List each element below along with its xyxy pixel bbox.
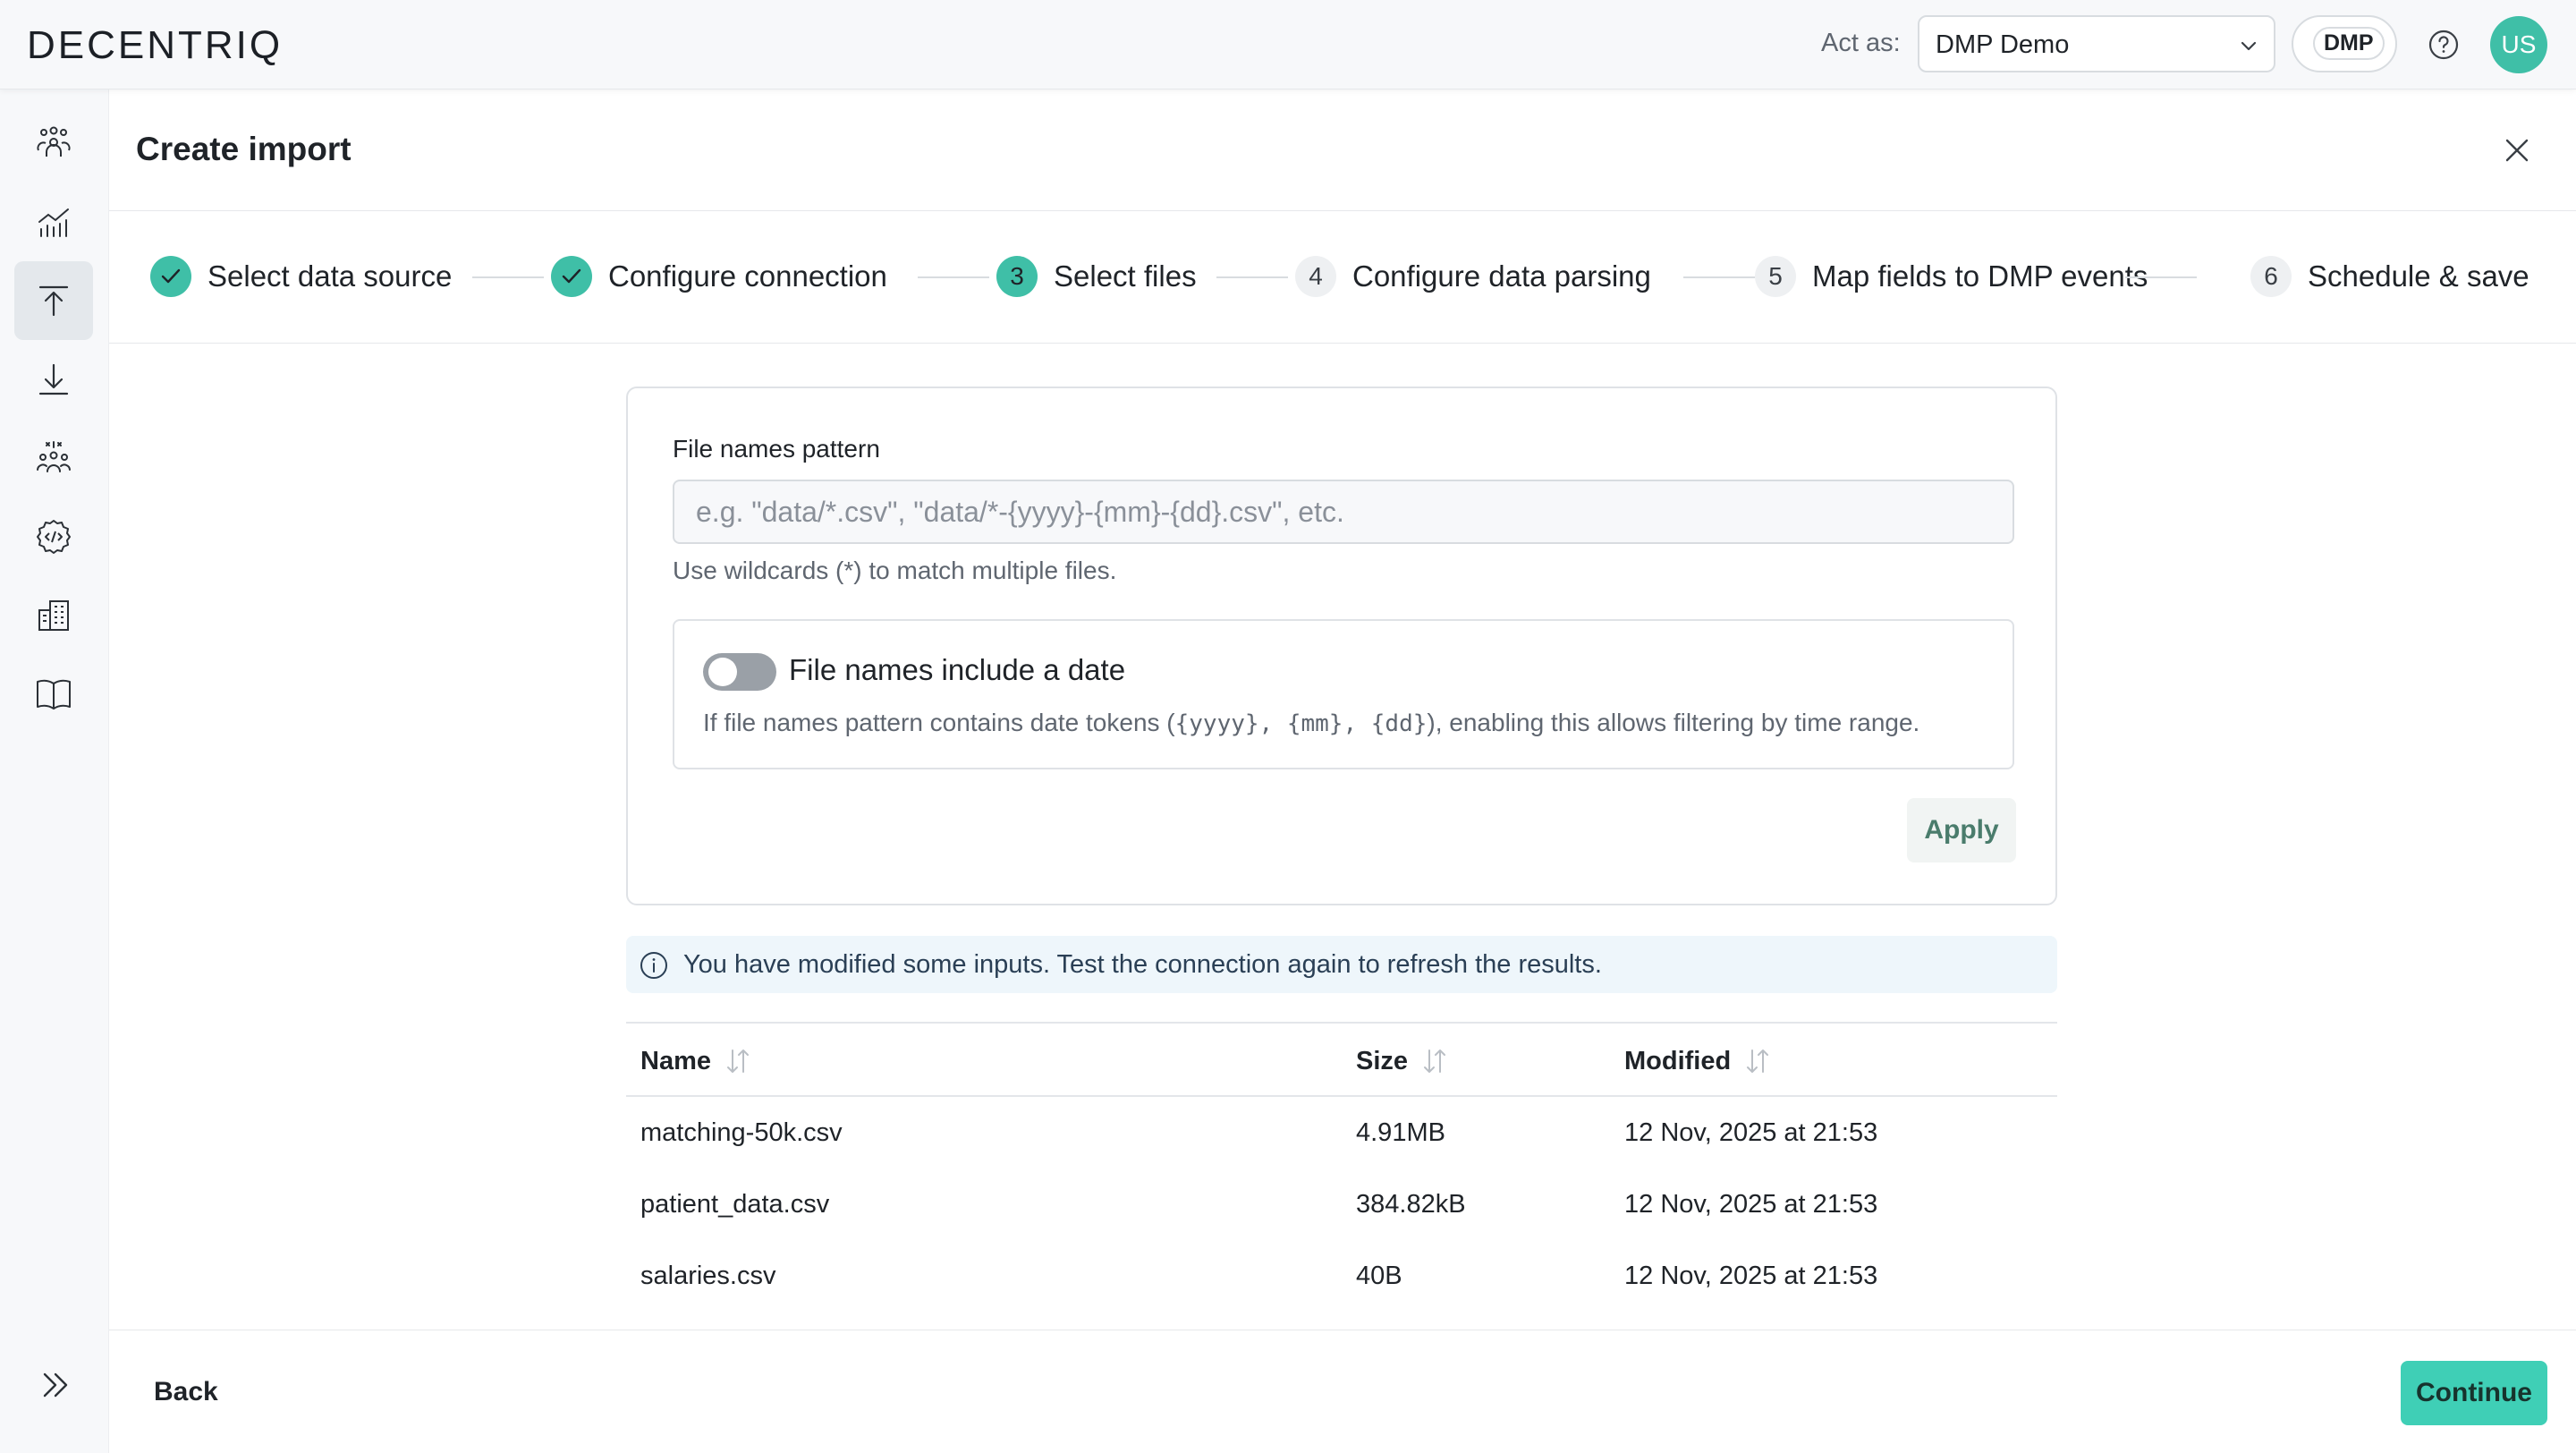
- column-header-modified[interactable]: Modified: [1624, 1045, 1772, 1077]
- file-name: patient_data.csv: [640, 1190, 830, 1219]
- sidebar-item-groups[interactable]: [14, 419, 93, 497]
- table-header: Name Size Modified: [626, 1022, 2057, 1097]
- file-size: 384.82kB: [1356, 1190, 1466, 1219]
- sidebar-item-organizations[interactable]: [14, 576, 93, 655]
- step-number: 4: [1295, 256, 1336, 297]
- step-schedule-save: 6 Schedule & save: [2250, 254, 2529, 299]
- back-button[interactable]: Back: [136, 1368, 236, 1416]
- file-modified: 12 Nov, 2025 at 21:53: [1624, 1190, 1878, 1219]
- table-row[interactable]: salaries.csv 40B 12 Nov, 2025 at 21:53: [626, 1240, 2057, 1312]
- file-modified: 12 Nov, 2025 at 21:53: [1624, 1118, 1878, 1147]
- buildings-icon: [38, 600, 69, 631]
- act-as-label: Act as:: [1821, 29, 1901, 57]
- column-header-label: Name: [640, 1046, 711, 1075]
- step-connector: [918, 276, 989, 278]
- sidebar-item-docs[interactable]: [14, 655, 93, 734]
- sidebar-item-audiences[interactable]: [14, 104, 93, 183]
- file-pattern-card: File names pattern Use wildcards (*) to …: [626, 387, 2057, 905]
- date-toggle-label: File names include a date: [789, 653, 1126, 686]
- act-as-select[interactable]: DMP Demo: [1918, 15, 2275, 72]
- import-upload-icon: [38, 285, 69, 317]
- people-group-icon: [37, 441, 71, 472]
- table-row[interactable]: patient_data.csv 384.82kB 12 Nov, 2025 a…: [626, 1168, 2057, 1240]
- desc-prefix: If file names pattern contains date toke…: [703, 709, 1175, 736]
- dialog-header: Create import: [109, 89, 2576, 211]
- step-number: 5: [1755, 256, 1796, 297]
- info-banner-text: You have modified some inputs. Test the …: [683, 950, 1602, 979]
- step-connector: [1683, 276, 1755, 278]
- step-map-fields: 5 Map fields to DMP events: [1755, 254, 2148, 299]
- column-header-label: Size: [1356, 1046, 1409, 1075]
- step-configure-data-parsing: 4 Configure data parsing: [1295, 254, 1651, 299]
- file-size: 4.91MB: [1356, 1118, 1445, 1147]
- date-toggle-description: If file names pattern contains date toke…: [703, 709, 1919, 737]
- table-row[interactable]: matching-50k.csv 4.91MB 12 Nov, 2025 at …: [626, 1097, 2057, 1168]
- column-header-size[interactable]: Size: [1356, 1045, 1449, 1077]
- step-configure-connection[interactable]: Configure connection: [551, 254, 887, 299]
- export-download-icon: [38, 363, 69, 395]
- apply-button[interactable]: Apply: [1907, 798, 2016, 862]
- step-check-icon: [551, 256, 592, 297]
- info-icon: [640, 952, 667, 979]
- user-avatar[interactable]: US: [2490, 16, 2547, 73]
- chevron-down-icon: [2241, 41, 2257, 51]
- toggle-knob: [708, 658, 737, 686]
- sort-icon: [1747, 1049, 1769, 1073]
- step-label: Select data source: [208, 259, 453, 293]
- sort-icon: [727, 1049, 749, 1073]
- double-chevron-right-icon[interactable]: [36, 1365, 75, 1405]
- app-logo[interactable]: DECENTRIQ: [27, 23, 283, 68]
- step-label: Select files: [1054, 259, 1197, 293]
- top-bar: DECENTRIQ Act as: DMP Demo DMP US: [0, 0, 2576, 89]
- insights-chart-icon: [38, 208, 69, 237]
- step-label: Map fields to DMP events: [1812, 259, 2148, 293]
- sidebar-item-settings[interactable]: [14, 497, 93, 576]
- column-header-name[interactable]: Name: [640, 1045, 752, 1077]
- act-as-value: DMP Demo: [1936, 30, 2070, 59]
- step-label: Schedule & save: [2308, 259, 2529, 293]
- file-name: salaries.csv: [640, 1262, 776, 1290]
- step-select-data-source[interactable]: Select data source: [150, 254, 452, 299]
- step-check-icon: [150, 256, 191, 297]
- sidebar-item-import[interactable]: [14, 261, 93, 340]
- help-icon[interactable]: [2428, 29, 2460, 61]
- settings-code-icon: [37, 520, 71, 554]
- desc-suffix: ), enabling this allows filtering by tim…: [1427, 709, 1920, 736]
- file-names-pattern-label: File names pattern: [673, 435, 880, 463]
- info-banner: You have modified some inputs. Test the …: [626, 936, 2057, 993]
- step-number: 3: [996, 256, 1038, 297]
- close-icon[interactable]: [2503, 136, 2531, 165]
- file-name: matching-50k.csv: [640, 1118, 843, 1147]
- sort-icon: [1424, 1049, 1446, 1073]
- step-select-files[interactable]: 3 Select files: [996, 254, 1197, 299]
- dmp-badge-button[interactable]: DMP: [2292, 15, 2397, 72]
- step-label: Configure data parsing: [1352, 259, 1651, 293]
- date-toggle-switch[interactable]: [703, 653, 776, 691]
- file-modified: 12 Nov, 2025 at 21:53: [1624, 1262, 1878, 1290]
- file-names-pattern-input[interactable]: [673, 480, 2014, 544]
- sidebar-item-insights[interactable]: [14, 183, 93, 261]
- dmp-badge-label: DMP: [2313, 27, 2385, 60]
- step-connector: [1216, 276, 1288, 278]
- continue-button[interactable]: Continue: [2401, 1361, 2547, 1425]
- date-tokens: {yyyy}, {mm}, {dd}: [1174, 710, 1428, 737]
- audiences-icon: [37, 126, 71, 157]
- date-option-box: File names include a date If file names …: [673, 619, 2014, 769]
- sidebar: [0, 89, 109, 1453]
- file-size: 40B: [1356, 1262, 1402, 1290]
- dialog-footer: Back Continue: [109, 1330, 2576, 1453]
- import-stepper: Select data source Configure connection …: [109, 211, 2576, 344]
- step-connector: [2125, 276, 2197, 278]
- step-label: Configure connection: [608, 259, 887, 293]
- pattern-hint: Use wildcards (*) to match multiple file…: [673, 557, 1117, 584]
- sidebar-item-export[interactable]: [14, 340, 93, 419]
- step-connector: [472, 276, 544, 278]
- step-number: 6: [2250, 256, 2292, 297]
- page-title: Create import: [136, 131, 352, 167]
- book-icon: [37, 679, 71, 710]
- column-header-label: Modified: [1624, 1046, 1732, 1075]
